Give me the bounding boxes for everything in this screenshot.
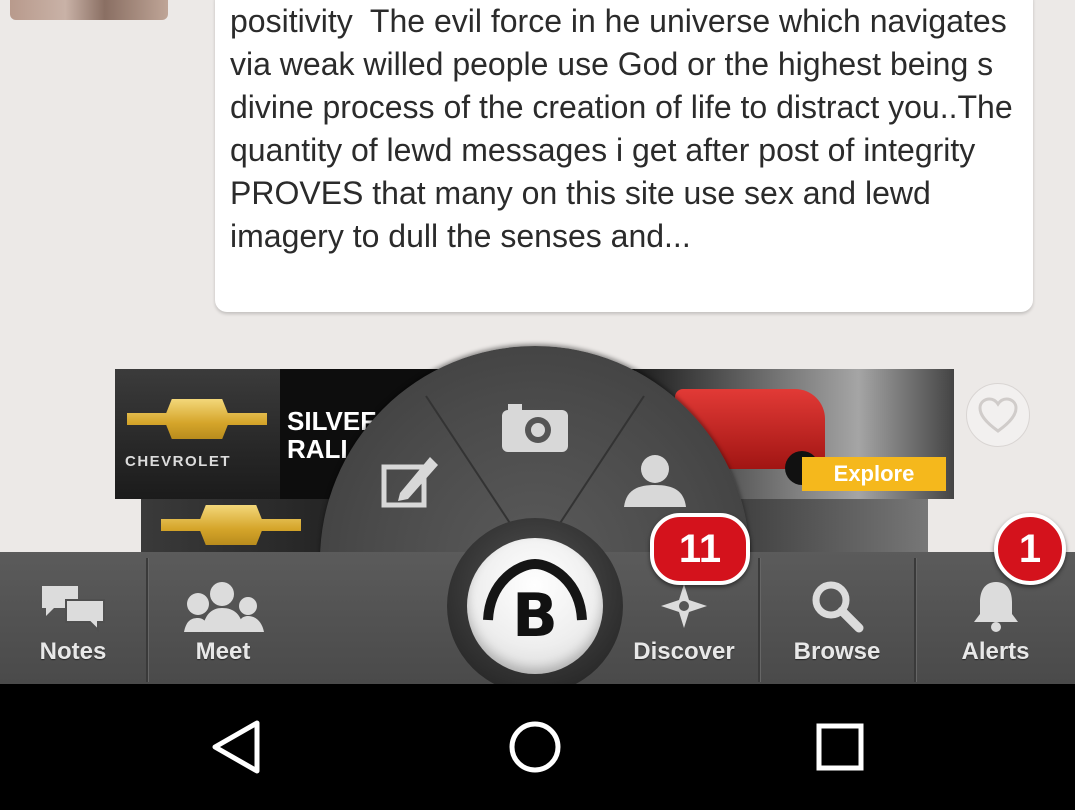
recents-icon <box>816 723 864 771</box>
system-nav-bar <box>0 684 1075 810</box>
radial-camera-button[interactable] <box>495 391 575 461</box>
ad-logo-panel: CHEVROLET <box>115 369 280 499</box>
center-logo-disc: B <box>467 538 603 674</box>
edit-icon <box>381 457 438 508</box>
nav-browse[interactable]: Browse <box>760 552 914 684</box>
chevrolet-logo-icon-2 <box>161 505 301 545</box>
recents-button[interactable] <box>795 704 885 790</box>
search-icon <box>812 581 864 633</box>
compass-icon <box>661 584 707 628</box>
post-bubble[interactable]: positivity The evil force in he universe… <box>215 0 1033 312</box>
radial-compose-button[interactable] <box>370 441 450 521</box>
nav-meet[interactable]: Meet <box>148 552 298 684</box>
user-avatar[interactable] <box>10 0 168 20</box>
post-text: positivity The evil force in he universe… <box>230 3 1022 254</box>
discover-badge: 11 <box>650 513 750 585</box>
ad-brand: CHEVROLET <box>125 453 232 470</box>
nav-alerts-label: Alerts <box>961 638 1030 665</box>
like-button[interactable] <box>966 383 1030 447</box>
home-button[interactable] <box>490 704 580 790</box>
people-icon <box>184 582 264 632</box>
center-menu-button[interactable]: B <box>447 518 623 694</box>
back-icon <box>212 720 260 774</box>
nav-discover-label: Discover <box>633 638 735 665</box>
nav-browse-label: Browse <box>793 638 881 665</box>
chevrolet-logo-icon <box>127 399 267 439</box>
heart-icon <box>978 397 1018 433</box>
bell-icon <box>973 582 1018 632</box>
nav-notes-label: Notes <box>39 638 107 665</box>
person-icon <box>624 455 686 507</box>
camera-icon <box>502 404 568 452</box>
radial-profile-button[interactable] <box>615 446 695 516</box>
home-icon <box>509 721 561 773</box>
ad-explore-button[interactable]: Explore <box>802 457 946 491</box>
chat-icon <box>42 586 105 632</box>
alerts-badge: 1 <box>994 513 1066 585</box>
center-logo-letter: B <box>512 581 558 651</box>
back-button[interactable] <box>190 704 280 790</box>
nav-meet-label: Meet <box>195 638 251 665</box>
nav-notes[interactable]: Notes <box>0 552 146 684</box>
